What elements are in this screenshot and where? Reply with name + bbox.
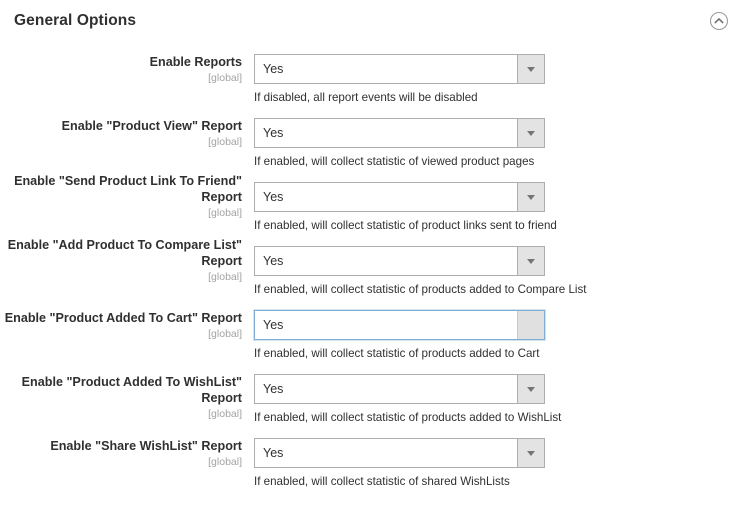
- select-value: Yes: [263, 382, 284, 396]
- field-scope-note: [global]: [208, 207, 242, 219]
- field-label: Enable "Send Product Link To Friend" Rep…: [0, 173, 242, 220]
- field-row: Enable "Product View" Report [global] Yes I…: [0, 106, 750, 170]
- field-scope-note: [global]: [208, 72, 242, 84]
- field-row: Enable "Product Added To Cart" Report [gl…: [0, 298, 750, 362]
- chevron-down-icon[interactable]: [517, 247, 544, 275]
- field-help-text: If enabled, will collect statistic of pr…: [254, 283, 587, 296]
- select-4[interactable]: Yes: [254, 310, 545, 340]
- field-row: Enable "Product Added To WishList" Repor…: [0, 362, 750, 426]
- chevron-down-icon[interactable]: [517, 55, 544, 83]
- field-label: Enable "Share WishList" Report [global]: [0, 438, 242, 469]
- select-value: Yes: [263, 318, 284, 332]
- field-control: Yes If enabled, will collect statistic of…: [254, 438, 545, 489]
- field-row: Enable Reports [global] Yes If disabled, al…: [0, 42, 750, 106]
- field-help-text: If enabled, will collect statistic of pr…: [254, 219, 557, 232]
- field-scope-note: [global]: [208, 136, 242, 148]
- select-value: Yes: [263, 62, 284, 76]
- field-label: Enable "Product Added To WishList" Repor…: [0, 374, 242, 421]
- select-3[interactable]: Yes: [254, 246, 545, 276]
- field-scope-note: [global]: [208, 456, 242, 468]
- field-label-text: Enable "Product Added To WishList" Repor…: [21, 375, 242, 405]
- field-label: Enable "Product View" Report [global]: [0, 118, 242, 149]
- chevron-down-icon[interactable]: [517, 439, 544, 467]
- field-control: Yes If enabled, will collect statistic of…: [254, 246, 587, 297]
- chevron-down-icon[interactable]: [517, 119, 544, 147]
- field-row: Enable "Add Product To Compare List" Rep…: [0, 234, 750, 298]
- select-value: Yes: [263, 446, 284, 460]
- field-scope-note: [global]: [208, 328, 242, 340]
- field-help-text: If disabled, all report events will be d…: [254, 91, 478, 104]
- field-label: Enable Reports [global]: [0, 54, 242, 85]
- section-header: General Options: [0, 0, 750, 42]
- select-2[interactable]: Yes: [254, 182, 545, 212]
- select-5[interactable]: Yes: [254, 374, 545, 404]
- select-0[interactable]: Yes: [254, 54, 545, 84]
- field-row: Enable "Send Product Link To Friend" Rep…: [0, 170, 750, 234]
- select-1[interactable]: Yes: [254, 118, 545, 148]
- field-scope-note: [global]: [208, 408, 242, 420]
- field-label-text: Enable "Product Added To Cart" Report: [4, 311, 242, 325]
- field-row: Enable "Share WishList" Report [global] Ye…: [0, 426, 750, 490]
- page-title: General Options: [14, 12, 137, 30]
- field-label-text: Enable Reports: [149, 55, 242, 69]
- select-value: Yes: [263, 190, 284, 204]
- field-label: Enable "Product Added To Cart" Report [gl…: [0, 310, 242, 341]
- chevron-down-icon[interactable]: [517, 375, 544, 403]
- field-label: Enable "Add Product To Compare List" Rep…: [0, 237, 242, 284]
- field-label-text: Enable "Add Product To Compare List" Rep…: [7, 238, 242, 268]
- field-help-text: If enabled, will collect statistic of vi…: [254, 155, 535, 168]
- field-scope-note: [global]: [208, 271, 242, 283]
- field-control: Yes If enabled, will collect statistic of…: [254, 310, 545, 361]
- chevron-up-circle-icon: [709, 11, 729, 31]
- chevron-down-icon[interactable]: [517, 183, 544, 211]
- field-label-text: Enable "Product View" Report: [61, 119, 242, 133]
- field-help-text: If enabled, will collect statistic of pr…: [254, 411, 562, 424]
- select-6[interactable]: Yes: [254, 438, 545, 468]
- field-control: Yes If enabled, will collect statistic of…: [254, 118, 545, 169]
- field-control: Yes If enabled, will collect statistic of…: [254, 182, 557, 233]
- collapse-section-button[interactable]: [708, 10, 730, 32]
- field-label-text: Enable "Share WishList" Report: [50, 439, 242, 453]
- select-value: Yes: [263, 254, 284, 268]
- select-value: Yes: [263, 126, 284, 140]
- field-help-text: If enabled, will collect statistic of sh…: [254, 475, 510, 488]
- field-help-text: If enabled, will collect statistic of pr…: [254, 347, 540, 360]
- chevron-down-icon[interactable]: [517, 311, 544, 339]
- field-label-text: Enable "Send Product Link To Friend" Rep…: [14, 174, 242, 204]
- field-control: Yes If disabled, all report events will b…: [254, 54, 545, 105]
- field-control: Yes If enabled, will collect statistic of…: [254, 374, 562, 425]
- general-options-form: Enable Reports [global] Yes If disabled, al…: [0, 42, 750, 490]
